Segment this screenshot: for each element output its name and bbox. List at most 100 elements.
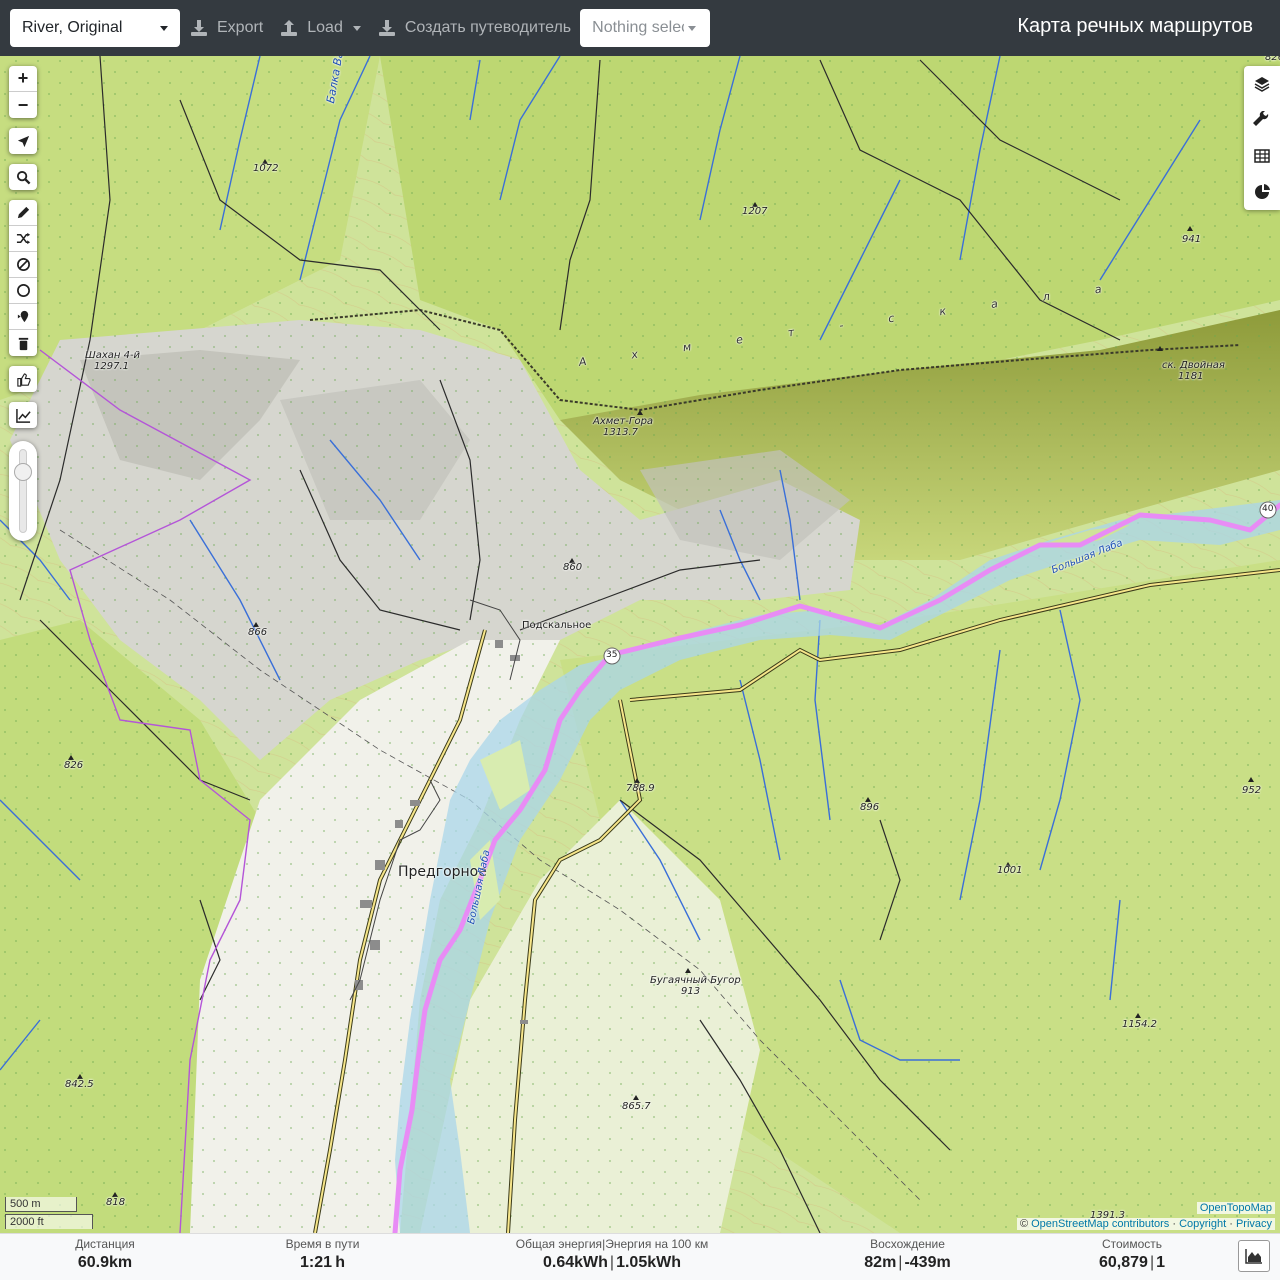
zoom-in-icon: +: [17, 68, 29, 88]
label-peak-941: 941: [1182, 234, 1202, 245]
label-peak-826-edge: 826: [1265, 56, 1280, 63]
delete-icon: [18, 337, 28, 350]
poi-button[interactable]: [9, 304, 37, 330]
privacy-link[interactable]: Privacy: [1236, 1218, 1272, 1230]
distance-value: 60.9km: [77, 1254, 133, 1271]
elevation-profile-button[interactable]: [1238, 1240, 1270, 1272]
stat-time: Время в пути 1:21 h: [270, 1237, 375, 1272]
topo-map-base: [0, 56, 1280, 1233]
elevation-chart-icon: [15, 408, 31, 423]
zoom-in-button[interactable]: +: [9, 66, 37, 92]
label-akhmet-elev: 1313.7: [603, 427, 638, 438]
profile-select[interactable]: River, Original: [10, 9, 180, 47]
label-shakhan: Шахан 4-й: [85, 350, 141, 361]
stat-energy: Общая энергия|Энергия на 100 км 0.64kWh |…: [497, 1237, 727, 1272]
app-title: Карта речных маршрутов: [1017, 15, 1253, 37]
label-bugaichny: Бугаячный Бугор: [650, 975, 741, 986]
download-icon: [378, 20, 395, 36]
energy-label: Общая энергия|Энергия на 100 км: [515, 1237, 709, 1251]
label-dvoinaya: ск. Двойная: [1162, 360, 1225, 371]
label-peak-1001: 1001: [997, 865, 1023, 876]
time-value: 1:21 h: [299, 1254, 345, 1271]
zoom-out-button[interactable]: −: [9, 92, 37, 118]
locate-icon: [17, 135, 29, 147]
export-button[interactable]: Export: [188, 9, 264, 47]
label-road-35: 35: [606, 650, 618, 660]
label-podskalnoe: Подскальное: [522, 620, 592, 631]
label-peak-818: 818: [106, 1197, 126, 1208]
ascent-label: Восхождение: [870, 1237, 945, 1251]
circle-button[interactable]: [9, 278, 37, 304]
vote-control: [9, 366, 37, 392]
pie-chart-icon: [1255, 184, 1270, 199]
chevron-down-icon: [352, 25, 361, 31]
table-button[interactable]: [1244, 138, 1280, 174]
reroute-button[interactable]: [9, 226, 37, 252]
settings-button[interactable]: [1244, 102, 1280, 138]
wrench-icon: [1253, 111, 1269, 126]
search-button[interactable]: [9, 164, 37, 190]
ascent-value: 82m | -439m: [864, 1254, 951, 1271]
label-road-40: 40: [1262, 504, 1274, 514]
label-peak-1207: 1207: [742, 206, 768, 217]
thumbs-up-icon: [16, 372, 31, 387]
draw-toolbar: [9, 200, 37, 356]
label-dvoinaya-elev: 1181: [1178, 371, 1204, 382]
label-peak-866: 866: [248, 627, 268, 638]
delete-button[interactable]: [9, 330, 37, 356]
stat-cost: Стоимость 60,879 | 1: [1082, 1237, 1182, 1272]
no-route-button[interactable]: [9, 252, 37, 278]
top-navbar: River, Original Export Load Создать путе…: [0, 0, 1280, 56]
draw-icon: [17, 206, 29, 219]
locate-button[interactable]: [9, 128, 37, 154]
zoom-out-icon: −: [17, 94, 29, 115]
label-peak-952: 952: [1242, 785, 1262, 796]
load-button[interactable]: Load: [278, 9, 362, 47]
scale-imperial: 2000 ft: [5, 1214, 93, 1229]
export-label: Export: [217, 19, 264, 36]
distance-label: Дистанция: [75, 1237, 135, 1251]
label-peak-860: 860: [563, 562, 583, 573]
download-icon: [191, 20, 207, 36]
circle-icon: [16, 284, 30, 297]
reroute-icon: [16, 232, 30, 245]
search-icon: [16, 170, 30, 184]
chevron-down-icon: [688, 26, 697, 31]
time-label: Время в пути: [285, 1237, 360, 1251]
profile-select-value: River, Original: [22, 19, 123, 36]
stat-ascent: Восхождение 82m | -439m: [845, 1237, 970, 1272]
table-icon: [1254, 149, 1270, 163]
label-akhmet-gora: Ахмет-Гора: [593, 416, 654, 427]
opentopomap-link[interactable]: OpenTopoMap: [1200, 1202, 1272, 1214]
search-control: [9, 164, 37, 190]
load-label: Load: [307, 19, 343, 36]
create-guide-button[interactable]: Создать путеводитель: [376, 9, 572, 47]
attribution-opentopomap[interactable]: OpenTopoMap: [1196, 1202, 1275, 1214]
opacity-slider[interactable]: [9, 441, 37, 541]
opacity-slider-thumb[interactable]: [14, 463, 32, 481]
route-select[interactable]: Nothing selected: [580, 9, 711, 47]
thumbs-up-button[interactable]: [9, 366, 37, 392]
chevron-down-icon: [160, 26, 168, 31]
route-stats-bar: Дистанция 60.9km Время в пути 1:21 h Общ…: [0, 1233, 1280, 1280]
layers-button[interactable]: [1244, 66, 1280, 102]
label-peak-788: 788.9: [626, 783, 655, 794]
map-canvas[interactable]: Балка Валуша 1072 1207 941 826 Шахан 4-й…: [0, 56, 1280, 1233]
draw-route-button[interactable]: [9, 200, 37, 226]
upload-icon: [281, 20, 298, 36]
osm-link[interactable]: OpenStreetMap contributors: [1031, 1218, 1169, 1230]
label-bugaichny-elev: 913: [681, 986, 701, 997]
statistics-button[interactable]: [1244, 174, 1280, 210]
label-predgornoe: Предгорное: [398, 864, 487, 880]
cost-label: Стоимость: [1101, 1237, 1163, 1251]
stat-distance: Дистанция 60.9km: [55, 1237, 155, 1272]
right-toolbar: [1244, 66, 1280, 210]
attribution-bar: © OpenStreetMap contributors · Copyright…: [1016, 1218, 1275, 1230]
cost-value: 60,879 | 1: [1099, 1254, 1165, 1271]
label-peak-1154: 1154.2: [1122, 1019, 1157, 1030]
copyright-link[interactable]: Copyright: [1179, 1218, 1226, 1230]
no-route-icon: [16, 258, 30, 271]
elevation-chart-button[interactable]: [9, 402, 37, 428]
opacity-slider-bar: [19, 449, 27, 533]
poi-icon: [17, 310, 28, 323]
